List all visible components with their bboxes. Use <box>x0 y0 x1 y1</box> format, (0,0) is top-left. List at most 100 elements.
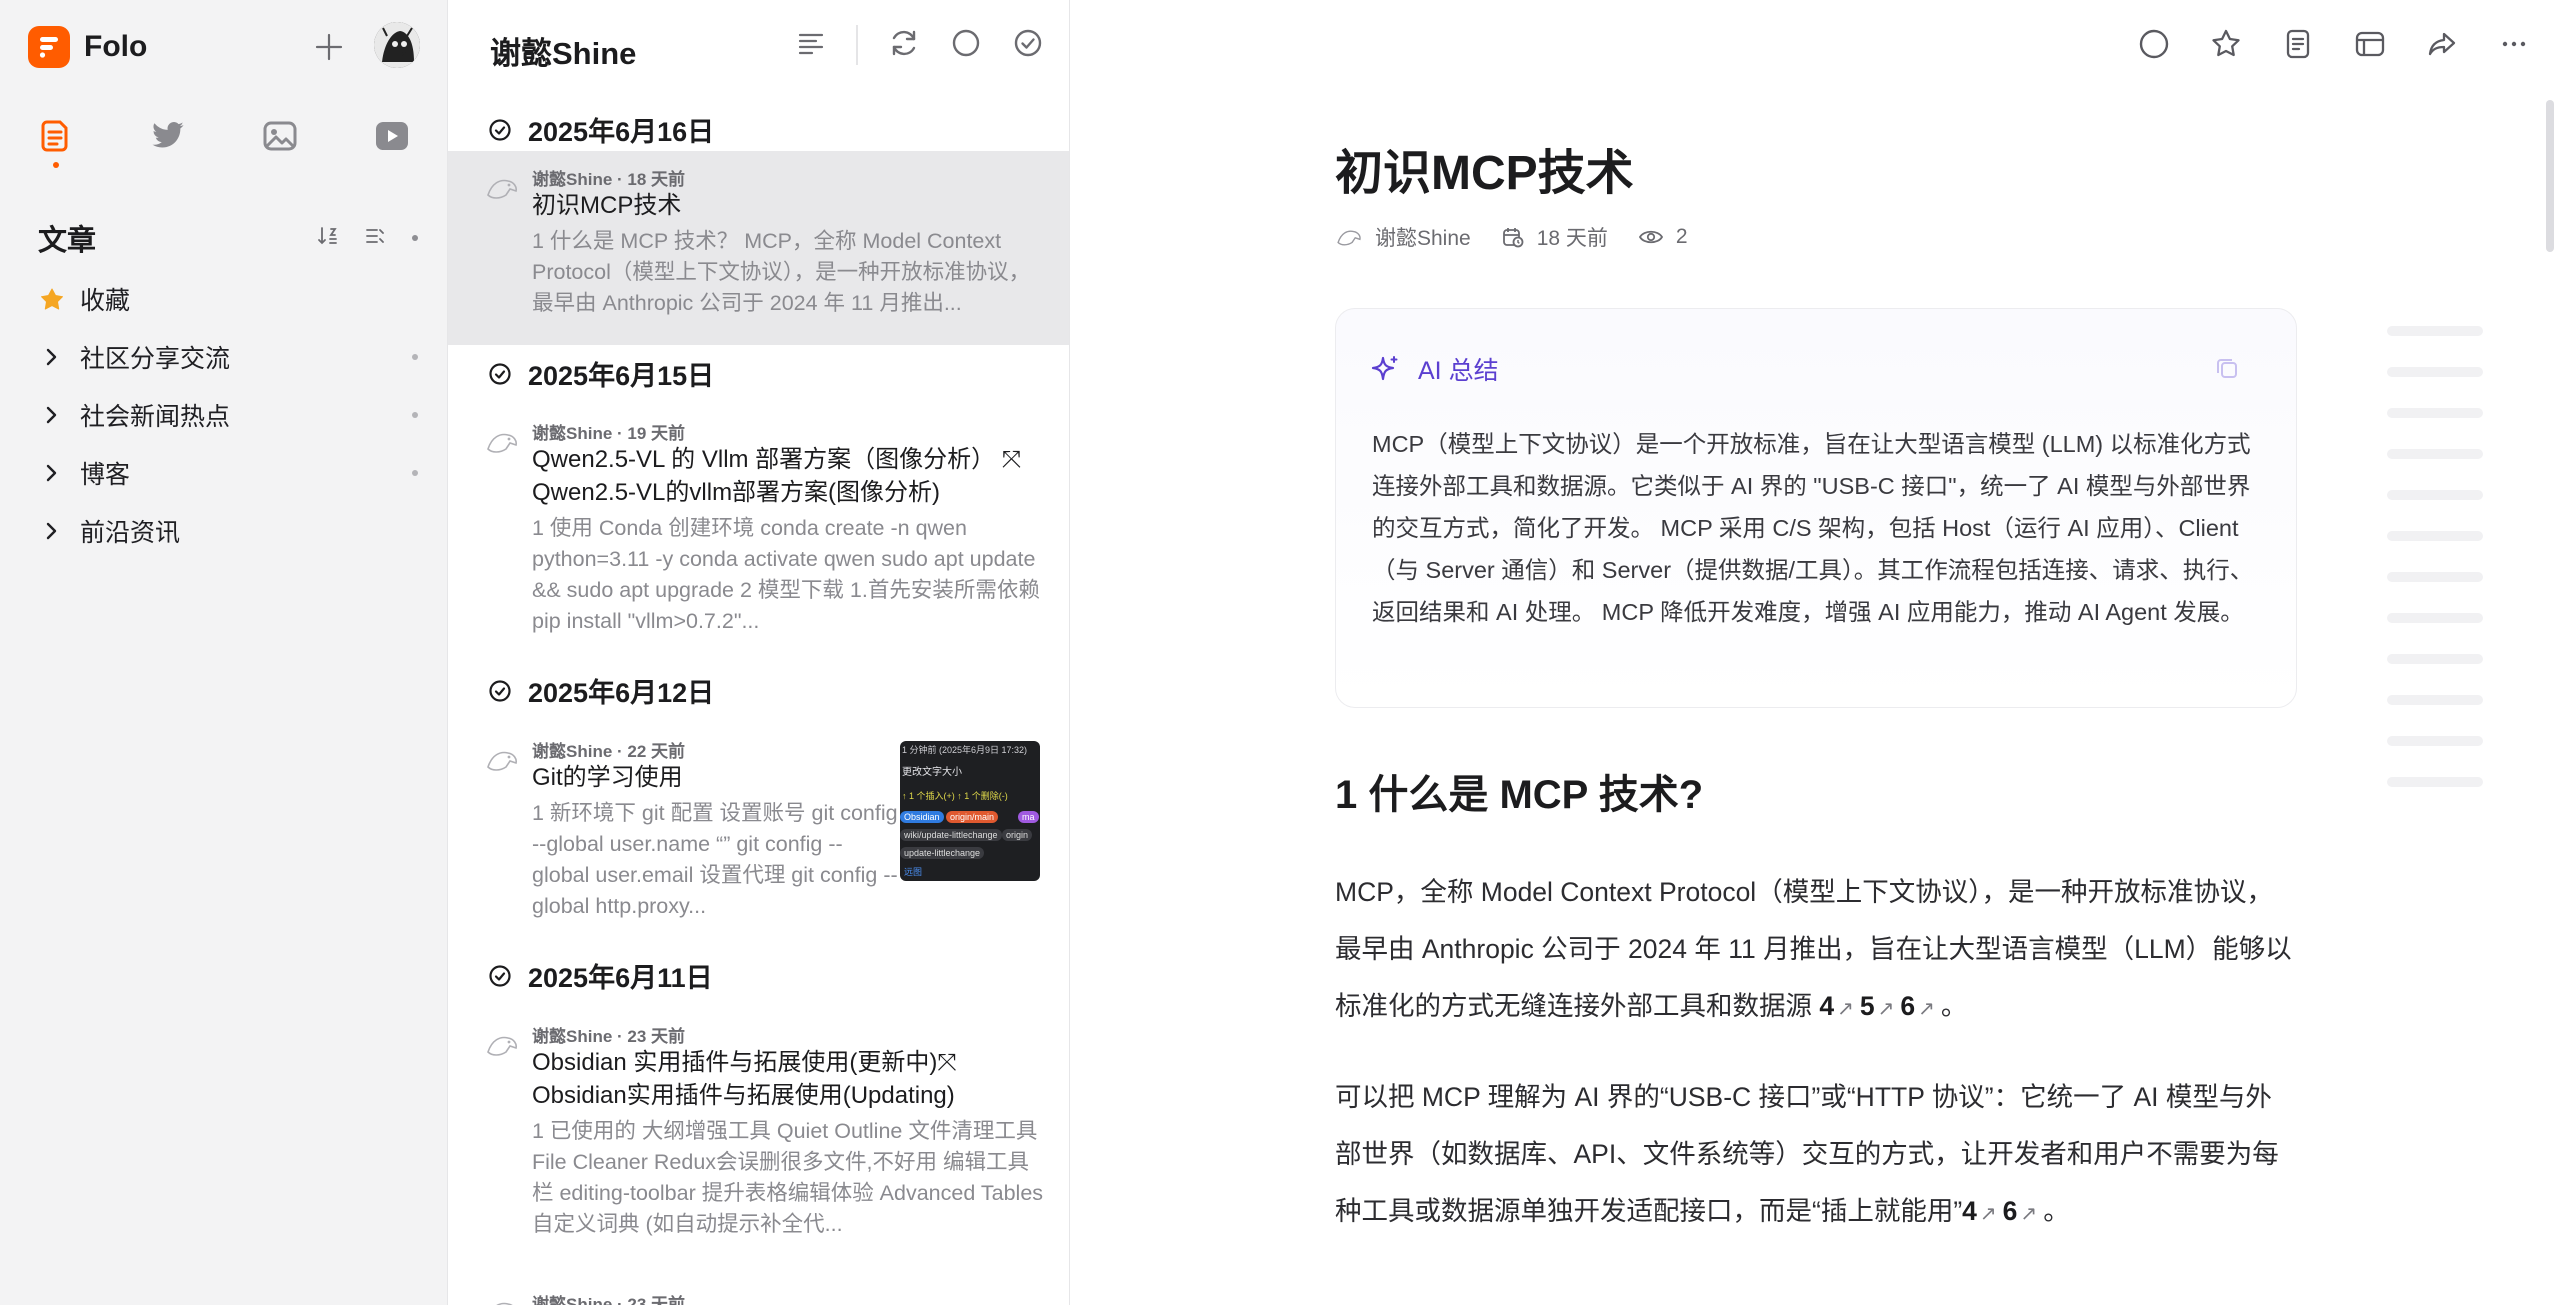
footnote-link[interactable]: 6 <box>1900 991 1915 1021</box>
more-button[interactable] <box>2498 28 2530 60</box>
external-arrow-icon: ↗ <box>1877 998 1895 1020</box>
refresh-icon <box>892 30 916 55</box>
external-arrow-icon: ↗ <box>2020 1203 2038 1225</box>
reader-toolbar <box>2138 28 2530 60</box>
eye-icon <box>1638 230 1663 244</box>
video-view-icon <box>376 122 408 150</box>
entry-meta: 谢懿Shine · 22 天前 <box>532 742 686 761</box>
sidebar-item-community[interactable]: 社区分享交流 <box>38 328 418 386</box>
document-icon <box>2286 29 2310 59</box>
sidebar-item-news[interactable]: 社会新闻热点 <box>38 386 418 444</box>
sidebar-item-blog[interactable]: 博客 <box>38 444 418 502</box>
sidebar-item-label: 前沿资讯 <box>80 519 181 547</box>
footnote-link[interactable]: 4 <box>1819 991 1834 1021</box>
refresh-button[interactable] <box>888 27 920 64</box>
toc-item[interactable] <box>2387 613 2483 623</box>
view-videos[interactable] <box>364 108 420 164</box>
article-paragraph: MCP，全称 Model Context Protocol（模型上下文协议），是… <box>1335 864 2297 1038</box>
thumb-tag: wiki/update-littlechange <box>900 829 1002 841</box>
thumb-text: 远图 <box>904 867 923 877</box>
brand[interactable]: Folo <box>28 26 147 68</box>
unread-filter-button[interactable] <box>950 27 982 64</box>
paragraph-end: 。 <box>2043 1196 2070 1226</box>
toc-item[interactable] <box>2387 490 2483 500</box>
entry-item[interactable]: 谢懿Shine · 23 天前 Obsidian 实用插件与拓展使用(更新中)⤧… <box>448 1008 1069 1248</box>
toc-item[interactable] <box>2387 736 2483 746</box>
ai-summary-title: AI 总结 <box>1418 357 1499 385</box>
article-views: 2 <box>1638 225 1688 249</box>
toc-item[interactable] <box>2387 777 2483 787</box>
browser-window-icon <box>2355 31 2385 57</box>
entry-meta: 谢懿Shine · 19 天前 <box>532 424 686 443</box>
article-reader: 初识MCP技术 谢懿Shine 18 天前 2 AI 总结 MCP（模型上下文协… <box>1071 0 2560 1305</box>
toc-item[interactable] <box>2387 654 2483 664</box>
user-avatar[interactable] <box>374 22 420 68</box>
circle-icon <box>2139 29 2169 59</box>
thumb-text: 更改文字大小 <box>902 767 962 778</box>
toc-item[interactable] <box>2387 531 2483 541</box>
footnote-link[interactable]: 4 <box>1962 1196 1977 1226</box>
sort-button[interactable] <box>316 225 338 252</box>
layout-toggle-button[interactable] <box>796 28 826 63</box>
entry-description: 1 使用 Conda 创建环境 conda create -n qwen pyt… <box>532 516 1040 633</box>
chevron-right-icon <box>46 464 57 482</box>
view-social[interactable] <box>140 108 196 164</box>
add-feed-button[interactable] <box>308 26 350 68</box>
date-group-header[interactable]: 2025年6月16日 <box>488 110 714 149</box>
open-in-browser-button[interactable] <box>2354 28 2386 60</box>
ai-summary-text: MCP（模型上下文协议）是一个开放标准，旨在让大型语言模型 (LLM) 以标准化… <box>1372 431 2254 625</box>
star-button[interactable] <box>2210 28 2242 60</box>
copy-summary-button[interactable] <box>2214 355 2240 386</box>
collapse-button[interactable] <box>364 225 386 252</box>
check-circle-icon <box>489 679 511 702</box>
mark-all-read-button[interactable] <box>1012 27 1044 64</box>
date-label: 2025年6月11日 <box>528 963 713 993</box>
entry-meta: 谢懿Shine · 18 天前 <box>532 170 686 189</box>
mark-unread-button[interactable] <box>2138 28 2170 60</box>
article-meta: 谢懿Shine 18 天前 2 <box>1335 222 1704 252</box>
toc-item[interactable] <box>2387 326 2483 336</box>
thumb-tag: ma <box>1018 811 1039 823</box>
feed-avatar-icon <box>487 433 517 453</box>
chevron-right-icon <box>46 348 57 366</box>
date-group-header[interactable]: 2025年6月11日 <box>488 956 713 995</box>
entry-item[interactable]: 谢懿Shine · 22 天前 Git的学习使用 1 新环境下 git 配置 设… <box>448 723 1069 928</box>
date-group-header[interactable]: 2025年6月15日 <box>488 354 714 393</box>
twitter-bird-icon <box>152 122 184 148</box>
entry-item[interactable]: 谢懿Shine · 18 天前 初识MCP技术 1 什么是 MCP 技术？ MC… <box>448 151 1069 345</box>
article-view-icon <box>41 120 68 152</box>
share-button[interactable] <box>2426 28 2458 60</box>
toc-item[interactable] <box>2387 367 2483 377</box>
paragraph-text: 可以把 MCP 理解为 AI 界的“USB-C 接口”或“HTTP 协议”：它统… <box>1335 1082 2279 1226</box>
unread-dot <box>412 354 418 360</box>
article-heading: 1 什么是 MCP 技术? <box>1335 773 1704 817</box>
external-arrow-icon: ↗ <box>1979 1203 1997 1225</box>
divider <box>856 25 858 65</box>
list-collapse-icon <box>366 228 384 243</box>
entry-title: Obsidian 实用插件与拓展使用(更新中)⤧ Obsidian实用插件与拓展… <box>532 1049 957 1109</box>
article-author[interactable]: 谢懿Shine <box>1335 222 1471 252</box>
toc-item[interactable] <box>2387 449 2483 459</box>
feed-list: 收藏 社区分享交流 社会新闻热点 博客 前沿资讯 <box>38 270 418 560</box>
sidebar-item-label: 社会新闻热点 <box>80 403 231 431</box>
view-pictures[interactable] <box>252 108 308 164</box>
publish-time: 18 天前 <box>1536 227 1608 250</box>
sidebar-item-favorites[interactable]: 收藏 <box>38 270 418 328</box>
entry-thumbnail: 1 分钟前 (2025年6月9日 17:32) 更改文字大小 ↑ 1 个插入(+… <box>900 741 1040 881</box>
sidebar-item-frontier[interactable]: 前沿资讯 <box>38 502 418 560</box>
view-articles[interactable] <box>28 108 84 168</box>
scrollbar-thumb[interactable] <box>2546 100 2554 252</box>
footnote-link[interactable]: 6 <box>2003 1196 2018 1226</box>
ai-summary-header: AI 总结 <box>1370 351 1499 387</box>
toc-item[interactable] <box>2387 408 2483 418</box>
check-circle-icon <box>1014 29 1042 56</box>
toc-item[interactable] <box>2387 695 2483 705</box>
footnote-link[interactable]: 5 <box>1860 991 1875 1021</box>
active-view-indicator <box>53 162 59 168</box>
date-group-header[interactable]: 2025年6月12日 <box>488 671 714 710</box>
toc-item[interactable] <box>2387 572 2483 582</box>
entry-list: 谢懿Shine 2025年6月16日 谢懿Shine · 18 天前 初识MCP… <box>448 0 1070 1305</box>
entry-item[interactable]: 谢懿Shine · 19 天前 Qwen2.5-VL 的 Vllm 部署方案（图… <box>448 405 1069 633</box>
readability-button[interactable] <box>2282 28 2314 60</box>
entry-item[interactable]: 谢懿Shine · 23 天前 <box>448 1280 1069 1305</box>
